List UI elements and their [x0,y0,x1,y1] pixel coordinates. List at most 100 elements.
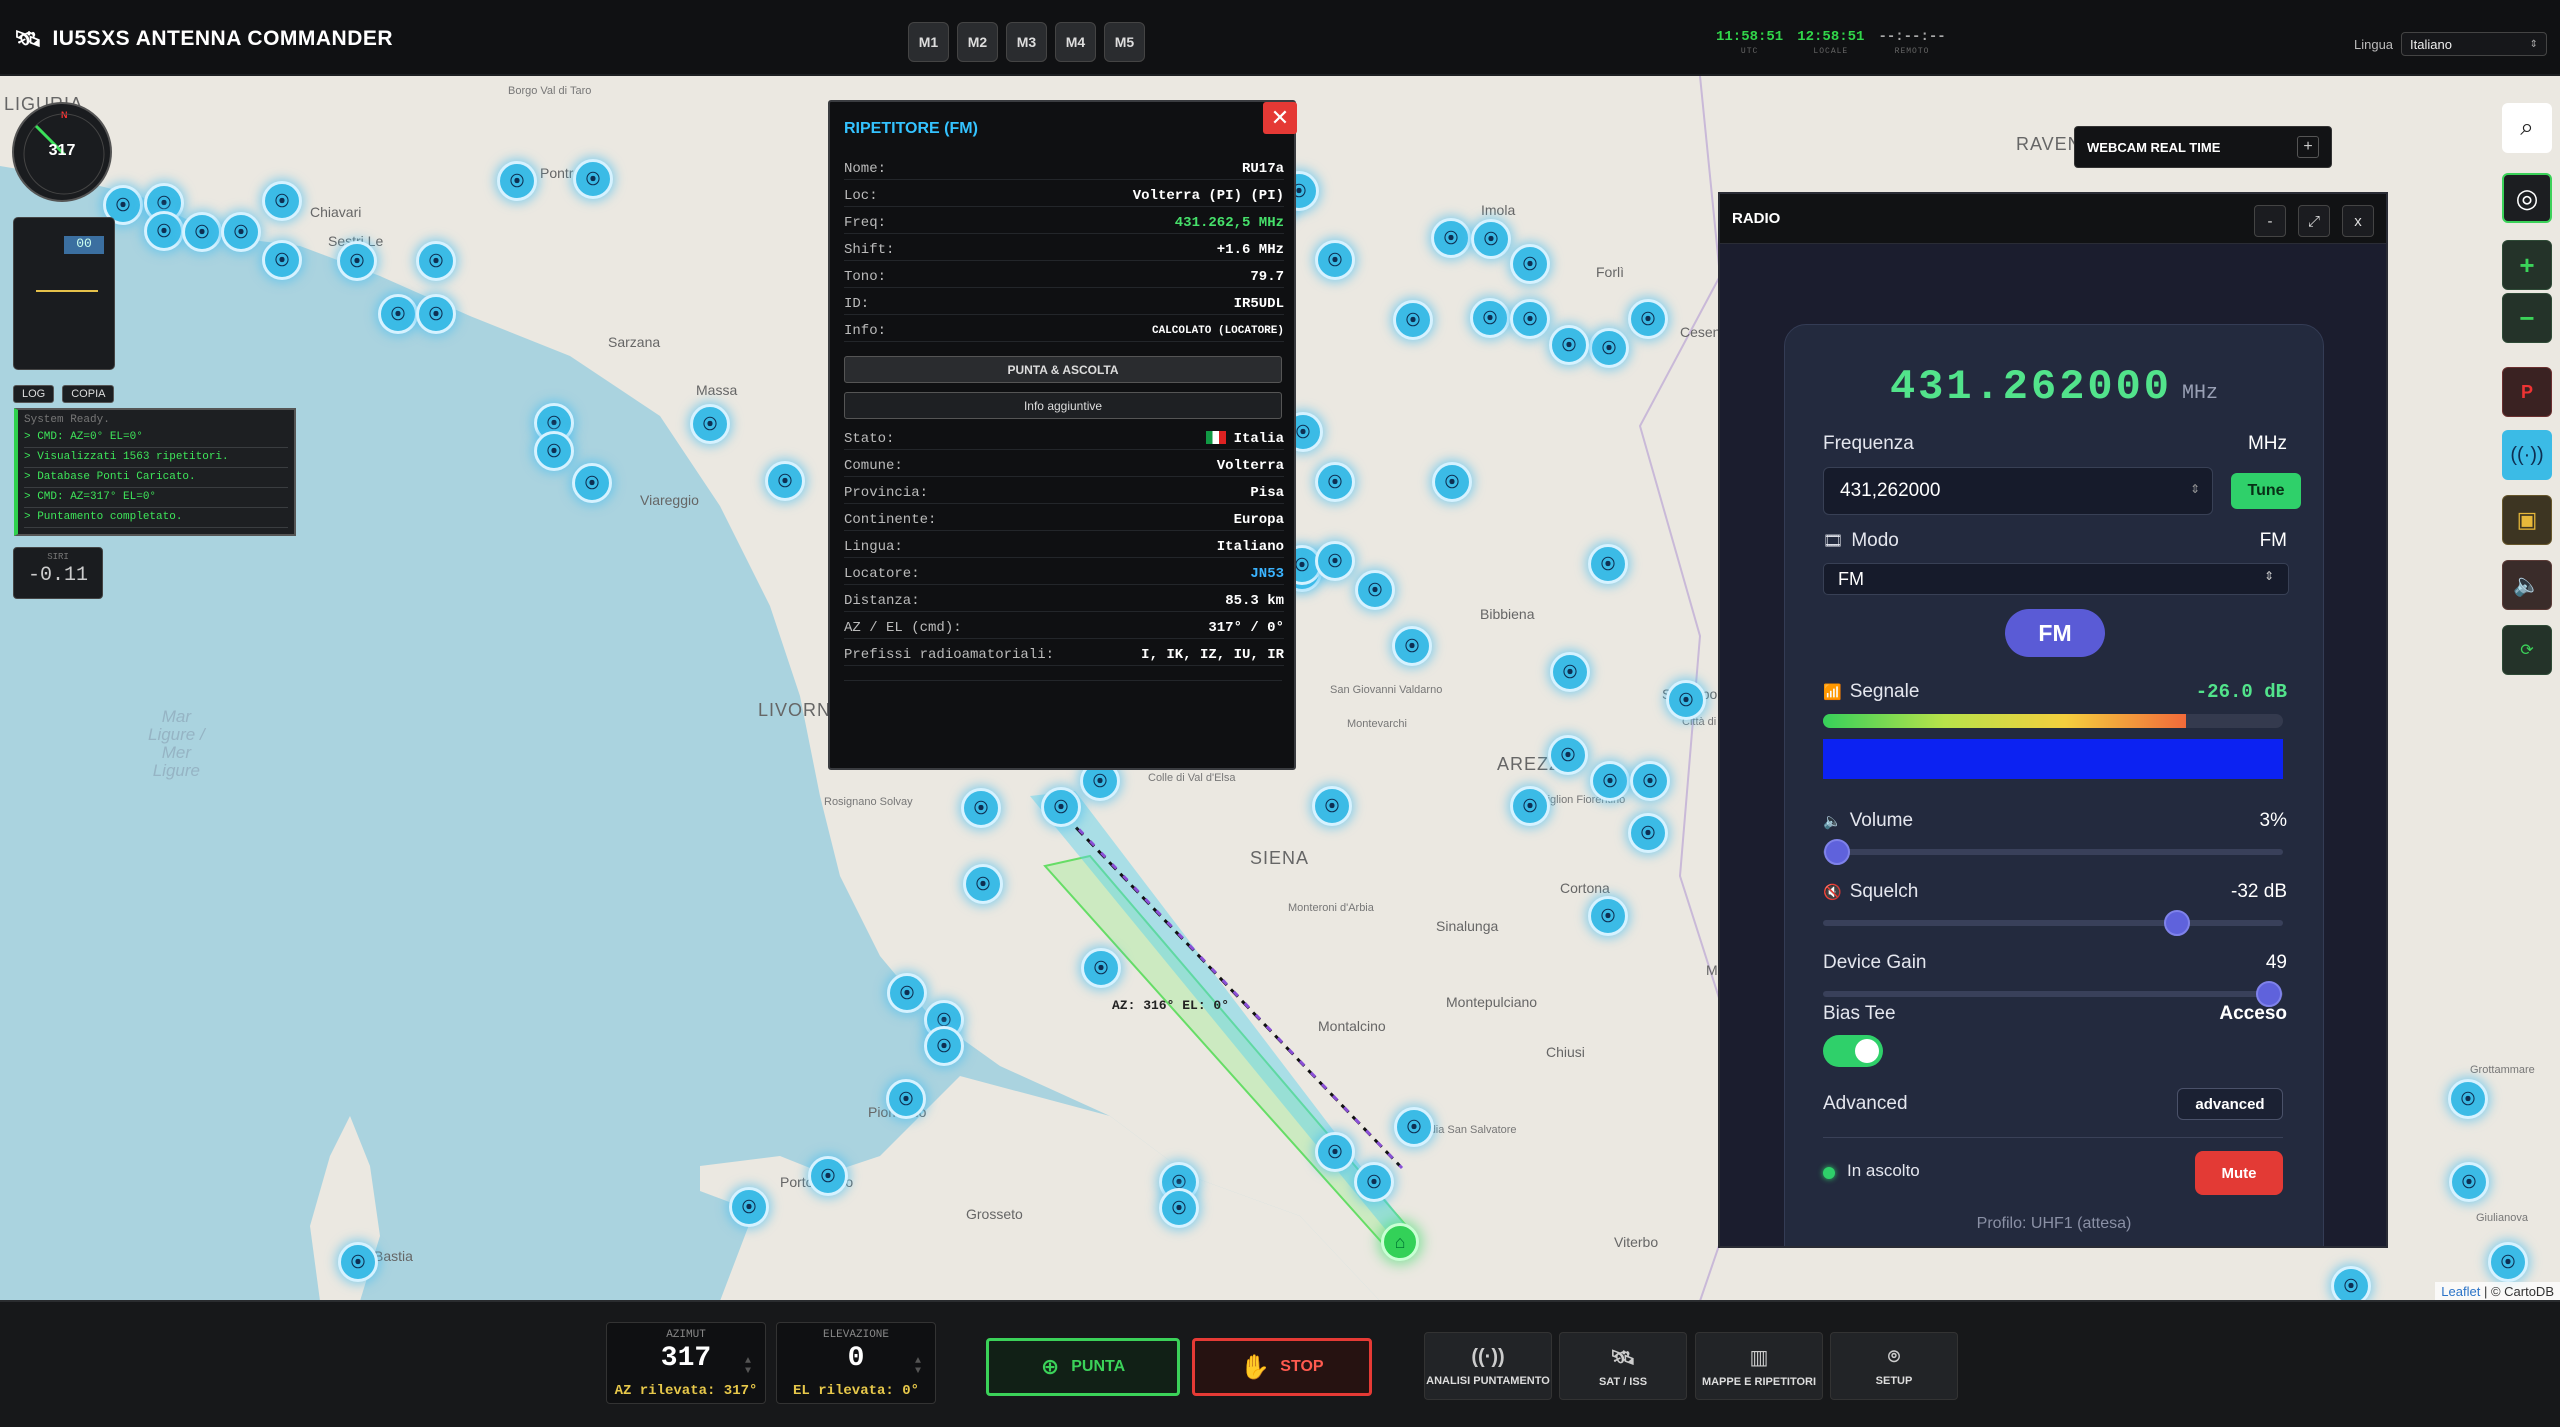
repeater-marker[interactable]: ⦿ [887,973,927,1013]
repeater-marker[interactable]: ⦿ [573,159,613,199]
repeater-marker[interactable]: ⦿ [1392,626,1432,666]
rotate-3d-icon[interactable]: ⟳ [2502,625,2552,675]
azimuth-readout[interactable]: AZIMUT 317 ▲ ▼ AZ rilevata: 317° [606,1322,766,1404]
repeater-marker[interactable]: ⦿ [2488,1242,2528,1282]
nav-sat-iss[interactable]: 🛰 SAT / ISS [1559,1332,1687,1400]
repeater-marker[interactable]: ⦿ [497,161,537,201]
radio-icon[interactable]: ▣ [2502,495,2552,545]
stop-button[interactable]: ✋ STOP [1192,1338,1372,1396]
tab-copy[interactable]: COPIA [62,385,115,403]
repeater-marker[interactable]: ⦿ [1588,544,1628,584]
repeater-marker[interactable]: ⦿ [416,294,456,334]
mode-select[interactable]: FM ⇕ [1823,563,2289,595]
repeater-marker[interactable]: ⦿ [1666,680,1706,720]
repeater-marker[interactable]: ⦿ [1393,300,1433,340]
repeater-marker[interactable]: ⦿ [182,212,222,252]
memory-button-4[interactable]: M4 [1055,22,1096,62]
repeater-marker[interactable]: ⦿ [337,241,377,281]
repeater-marker[interactable]: ⦿ [729,1187,769,1227]
repeater-marker[interactable]: ⦿ [1355,570,1395,610]
repeater-marker[interactable]: ⦿ [1630,761,1670,801]
repeater-marker[interactable]: ⦿ [1470,298,1510,338]
repeater-marker[interactable]: ⦿ [1550,652,1590,692]
webcam-panel[interactable]: WEBCAM REAL TIME + [2074,126,2332,168]
gain-slider[interactable] [1823,981,2283,1007]
repeater-marker[interactable]: ⦿ [924,1026,964,1066]
repeater-marker[interactable]: ⦿ [1548,735,1588,775]
repeater-marker[interactable]: ⦿ [1394,1107,1434,1147]
expand-button[interactable]: ⤢ [2298,205,2330,237]
repeater-marker[interactable]: ⦿ [1315,462,1355,502]
repeater-marker[interactable]: ⦿ [1315,240,1355,280]
plus-icon[interactable]: + [2297,136,2319,158]
advanced-button[interactable]: advanced [2177,1088,2283,1120]
repeater-marker[interactable]: ⦿ [1159,1188,1199,1228]
attribution-link[interactable]: Leaflet [2441,1284,2480,1299]
repeater-marker[interactable]: ⦿ [690,404,730,444]
antenna-icon[interactable]: ((·)) [2502,430,2552,480]
elevation-stepper-icon[interactable]: ▲ ▼ [915,1357,921,1377]
squelch-slider[interactable] [1823,910,2283,936]
locate-icon[interactable]: ◎ [2502,173,2552,223]
bias-tee-toggle[interactable] [1823,1035,1883,1067]
nav-setup[interactable]: ⌾ SETUP [1830,1332,1958,1400]
repeater-marker[interactable]: ⦿ [262,181,302,221]
point-button[interactable]: ⊕ PUNTA [986,1338,1180,1396]
parking-icon[interactable]: P [2502,367,2552,417]
azimuth-stepper-icon[interactable]: ▲ ▼ [745,1357,751,1377]
repeater-marker[interactable]: ⦿ [1354,1162,1394,1202]
repeater-marker[interactable]: ⦿ [416,241,456,281]
elevation-readout[interactable]: ELEVAZIONE 0 ▲ ▼ EL rilevata: 0° [776,1322,936,1404]
tune-button[interactable]: Tune [2231,473,2301,509]
repeater-marker[interactable]: ⦿ [1510,299,1550,339]
repeater-marker[interactable]: ⦿ [2331,1266,2371,1301]
repeater-marker[interactable]: ⦿ [1628,299,1668,339]
repeater-marker[interactable]: ⦿ [1510,786,1550,826]
repeater-marker[interactable]: ⦿ [534,431,574,471]
repeater-marker[interactable]: ⦿ [1590,761,1630,801]
repeater-marker[interactable]: ⦿ [1432,462,1472,502]
repeater-marker[interactable]: ⦿ [1628,813,1668,853]
repeater-marker[interactable]: ⦿ [1315,541,1355,581]
repeater-marker[interactable]: ⦿ [1510,244,1550,284]
language-select[interactable]: Italiano ⇕ [2401,32,2548,56]
mode-pill[interactable]: FM [2005,609,2105,657]
repeater-marker[interactable]: ⦿ [338,1242,378,1282]
home-marker[interactable]: ⌂ [1381,1223,1419,1261]
elevation-value[interactable]: 0 [777,1343,935,1374]
memory-button-3[interactable]: M3 [1006,22,1047,62]
repeater-marker[interactable]: ⦿ [221,212,261,252]
repeater-marker[interactable]: ⦿ [262,240,302,280]
repeater-marker[interactable]: ⦿ [1589,328,1629,368]
repeater-marker[interactable]: ⦿ [963,864,1003,904]
zoom-out-icon[interactable]: − [2502,293,2552,343]
repeater-marker[interactable]: ⦿ [765,461,805,501]
frequency-input[interactable]: 431,262000 ⇕ [1823,467,2213,515]
repeater-marker[interactable]: ⦿ [1549,325,1589,365]
repeater-marker[interactable]: ⦿ [886,1079,926,1119]
repeater-marker[interactable]: ⦿ [144,211,184,251]
tab-log[interactable]: LOG [13,385,55,403]
zoom-in-icon[interactable]: + [2502,240,2552,290]
repeater-marker[interactable]: ⦿ [808,1156,848,1196]
repeater-marker[interactable]: ⦿ [1588,896,1628,936]
memory-button-2[interactable]: M2 [957,22,998,62]
close-button[interactable]: x [2342,205,2374,237]
volume-slider[interactable] [1823,839,2283,865]
nav-maps-repeaters[interactable]: ▥ MAPPE E RIPETITORI [1695,1332,1823,1400]
point-listen-button[interactable]: PUNTA & ASCOLTA [844,356,1282,383]
repeater-marker[interactable]: ⦿ [572,463,612,503]
squelch-knob[interactable] [2164,910,2191,936]
mute-button[interactable]: Mute [2195,1151,2283,1195]
repeater-marker[interactable]: ⦿ [1471,219,1511,259]
azimuth-value[interactable]: 317 [607,1343,765,1374]
repeater-marker[interactable]: ⦿ [1081,948,1121,988]
repeater-marker[interactable]: ⦿ [1315,1132,1355,1172]
volume-knob[interactable] [1823,839,1850,865]
repeater-marker[interactable]: ⦿ [2449,1162,2489,1202]
repeater-marker[interactable]: ⦿ [1431,218,1471,258]
repeater-marker[interactable]: ⦿ [1312,786,1352,826]
repeater-marker[interactable]: ⦿ [1041,787,1081,827]
search-icon[interactable]: ⌕ [2502,103,2552,153]
nav-pointing-analysis[interactable]: ((·)) ANALISI PUNTAMENTO [1424,1332,1552,1400]
